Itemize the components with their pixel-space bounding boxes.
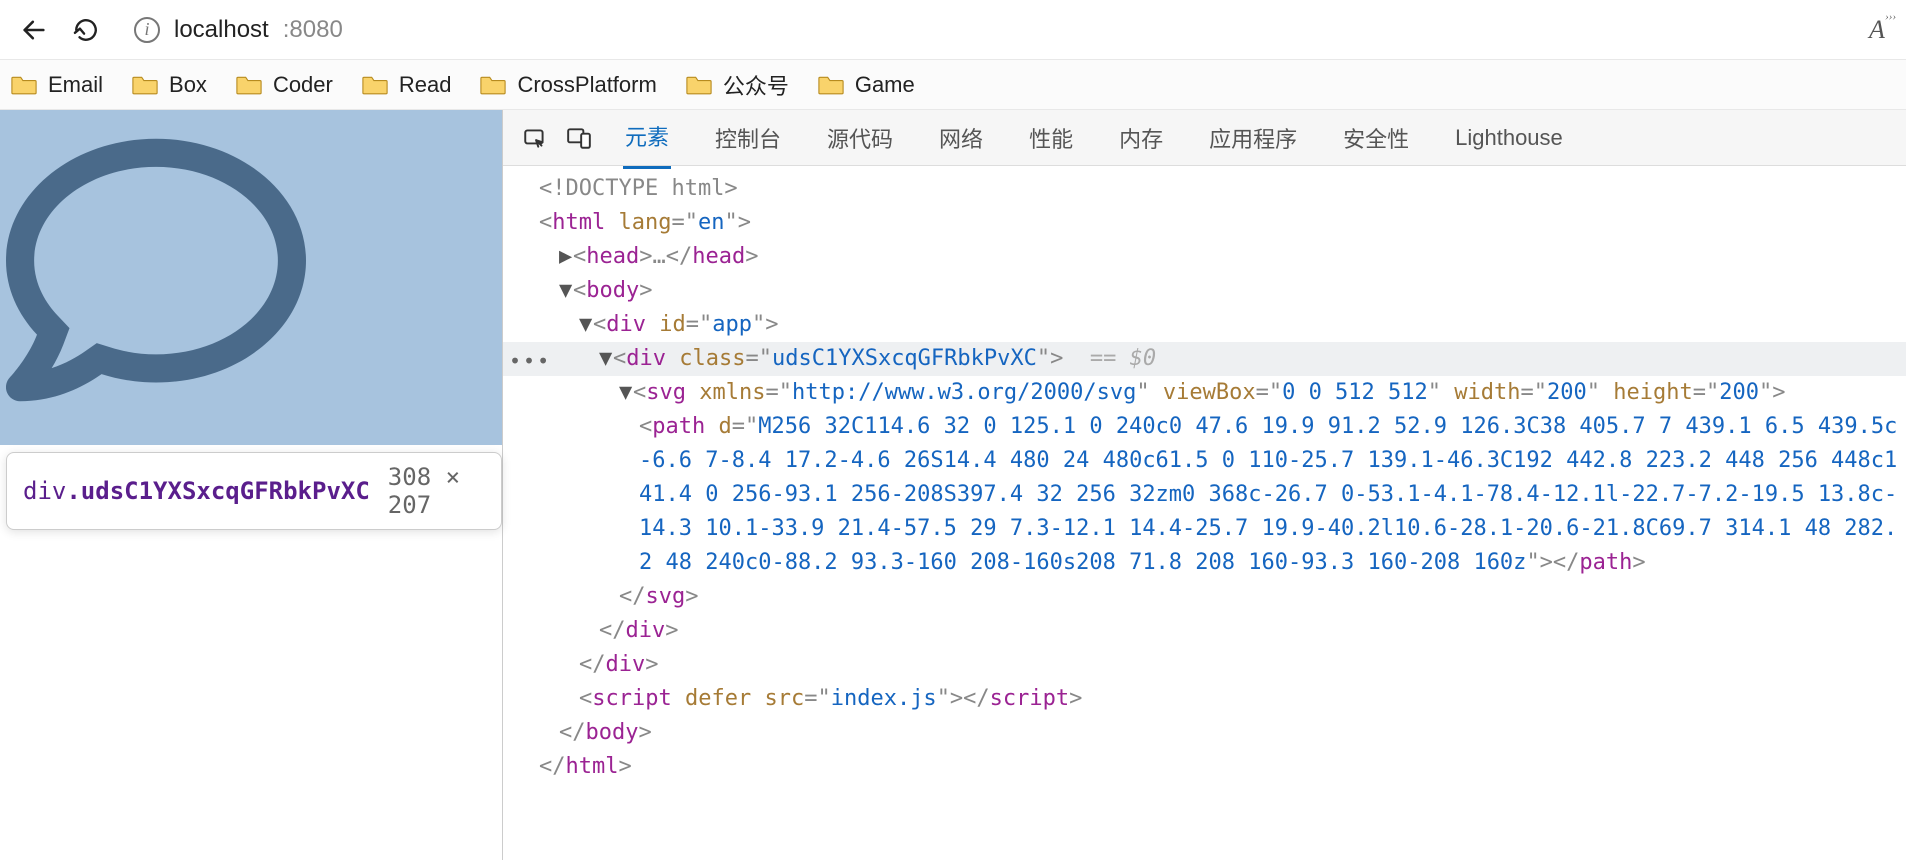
device-toolbar-button[interactable] bbox=[557, 116, 601, 160]
dom-node-path[interactable]: <path d="M256 32C114.6 32 0 125.1 0 240c… bbox=[503, 410, 1906, 580]
folder-icon bbox=[479, 74, 507, 96]
inspect-tooltip-class: .udsC1YXSxcqGFRbkPvXC bbox=[66, 477, 369, 505]
dom-tree[interactable]: <!DOCTYPE html> <html lang="en"> ▶<head>… bbox=[503, 166, 1906, 860]
folder-icon bbox=[817, 74, 845, 96]
dom-node-html-close[interactable]: </html> bbox=[503, 750, 1906, 784]
bookmark-folder[interactable]: Read bbox=[361, 72, 452, 98]
tab-sources[interactable]: 源代码 bbox=[825, 108, 895, 168]
bookmark-label: Coder bbox=[273, 72, 333, 98]
more-actions-icon[interactable]: ••• bbox=[509, 344, 551, 378]
devtools-panel: 元素 控制台 源代码 网络 性能 内存 应用程序 安全性 Lighthouse … bbox=[502, 110, 1906, 860]
bookmarks-bar: Email Box Coder Read CrossPlatform 公众号 G… bbox=[0, 60, 1906, 110]
dom-node-html-open[interactable]: <html lang="en"> bbox=[503, 206, 1906, 240]
tab-memory[interactable]: 内存 bbox=[1117, 108, 1165, 168]
inspect-tooltip: div.udsC1YXSxcqGFRbkPvXC 308 × 207 bbox=[6, 452, 502, 530]
tab-console[interactable]: 控制台 bbox=[713, 108, 783, 168]
inspect-highlight bbox=[0, 110, 502, 445]
dom-node-appdiv-close[interactable]: </div> bbox=[503, 648, 1906, 682]
reload-button[interactable] bbox=[64, 8, 108, 52]
bookmark-label: Email bbox=[48, 72, 103, 98]
back-button[interactable] bbox=[12, 8, 56, 52]
collapse-triangle-icon[interactable]: ▼ bbox=[559, 274, 573, 308]
arrow-left-icon bbox=[20, 16, 48, 44]
address-port: :8080 bbox=[283, 16, 343, 44]
folder-icon bbox=[235, 74, 263, 96]
collapse-triangle-icon[interactable]: ▼ bbox=[579, 308, 593, 342]
bookmark-label: Game bbox=[855, 72, 915, 98]
dom-node-body-close[interactable]: </body> bbox=[503, 716, 1906, 750]
read-aloud-icon[interactable]: A››› bbox=[1860, 13, 1894, 47]
chat-bubble-icon bbox=[6, 120, 306, 420]
tab-lighthouse[interactable]: Lighthouse bbox=[1453, 111, 1565, 165]
bookmark-folder[interactable]: Game bbox=[817, 72, 915, 98]
page-viewport: div.udsC1YXSxcqGFRbkPvXC 308 × 207 bbox=[0, 110, 502, 860]
devtools-tabs: 元素 控制台 源代码 网络 性能 内存 应用程序 安全性 Lighthouse bbox=[623, 106, 1565, 169]
reload-icon bbox=[73, 17, 99, 43]
address-host: localhost bbox=[174, 16, 269, 44]
browser-toolbar: i localhost :8080 A››› bbox=[0, 0, 1906, 60]
expand-triangle-icon[interactable]: ▶ bbox=[559, 240, 573, 274]
dom-node-app-open[interactable]: ▼<div id="app"> bbox=[503, 308, 1906, 342]
dom-node-doctype[interactable]: <!DOCTYPE html> bbox=[503, 172, 1906, 206]
dom-node-body-open[interactable]: ▼<body> bbox=[503, 274, 1906, 308]
bookmark-folder[interactable]: Email bbox=[10, 72, 103, 98]
inspect-element-button[interactable] bbox=[513, 116, 557, 160]
folder-icon bbox=[131, 74, 159, 96]
dom-node-selected[interactable]: •••▼<div class="udsC1YXSxcqGFRbkPvXC"> =… bbox=[503, 342, 1906, 376]
inspect-tooltip-size: 308 × 207 bbox=[388, 463, 485, 519]
site-info-icon[interactable]: i bbox=[134, 17, 160, 43]
main-split: div.udsC1YXSxcqGFRbkPvXC 308 × 207 元素 控制… bbox=[0, 110, 1906, 860]
bookmark-folder[interactable]: 公众号 bbox=[685, 69, 789, 101]
inspect-cursor-icon bbox=[522, 125, 548, 151]
folder-icon bbox=[10, 74, 38, 96]
bookmark-folder[interactable]: CrossPlatform bbox=[479, 72, 656, 98]
tab-security[interactable]: 安全性 bbox=[1341, 108, 1411, 168]
collapse-triangle-icon[interactable]: ▼ bbox=[599, 342, 613, 376]
bookmark-label: Read bbox=[399, 72, 452, 98]
bookmark-folder[interactable]: Box bbox=[131, 72, 207, 98]
tab-performance[interactable]: 性能 bbox=[1027, 108, 1075, 168]
inspect-tooltip-tag: div bbox=[23, 477, 66, 505]
bookmark-label: 公众号 bbox=[723, 69, 789, 101]
bookmark-label: CrossPlatform bbox=[517, 72, 656, 98]
dom-node-head[interactable]: ▶<head>…</head> bbox=[503, 240, 1906, 274]
devices-icon bbox=[566, 125, 592, 151]
tab-network[interactable]: 网络 bbox=[937, 108, 985, 168]
tab-elements[interactable]: 元素 bbox=[623, 106, 671, 169]
dom-node-svg-open[interactable]: ▼<svg xmlns="http://www.w3.org/2000/svg"… bbox=[503, 376, 1906, 410]
bookmark-label: Box bbox=[169, 72, 207, 98]
folder-icon bbox=[361, 74, 389, 96]
dom-node-svg-close[interactable]: </svg> bbox=[503, 580, 1906, 614]
address-bar[interactable]: i localhost :8080 bbox=[116, 8, 1852, 52]
dom-node-classdiv-close[interactable]: </div> bbox=[503, 614, 1906, 648]
tab-application[interactable]: 应用程序 bbox=[1207, 108, 1299, 168]
devtools-tabbar: 元素 控制台 源代码 网络 性能 内存 应用程序 安全性 Lighthouse bbox=[503, 110, 1906, 166]
folder-icon bbox=[685, 74, 713, 96]
bookmark-folder[interactable]: Coder bbox=[235, 72, 333, 98]
collapse-triangle-icon[interactable]: ▼ bbox=[619, 376, 633, 410]
dom-node-script[interactable]: <script defer src="index.js"></script> bbox=[503, 682, 1906, 716]
